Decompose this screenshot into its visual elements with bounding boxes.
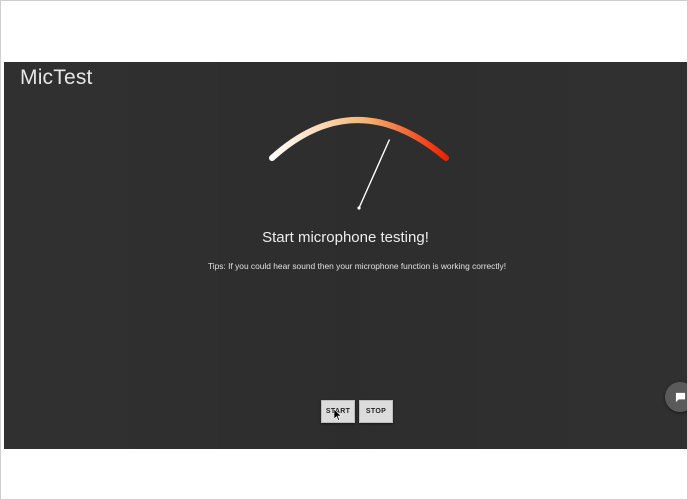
app-screen: MicTest Start microphone testing! Tips: … [4, 62, 687, 449]
gauge-needle [358, 139, 391, 209]
gauge-pivot [357, 206, 361, 210]
app-title: MicTest [20, 66, 93, 89]
chat-button[interactable] [665, 382, 687, 412]
chat-bubble-icon [675, 392, 685, 402]
page: MicTest Start microphone testing! Tips: … [0, 0, 688, 500]
gauge-arc [269, 117, 449, 161]
tips-text: Tips: If you could hear sound then your … [207, 261, 507, 271]
sound-level-gauge [269, 117, 449, 210]
headline: Start microphone testing! [262, 229, 429, 246]
stop-button[interactable]: STOP [359, 400, 393, 423]
mouse-cursor-icon [334, 409, 342, 421]
